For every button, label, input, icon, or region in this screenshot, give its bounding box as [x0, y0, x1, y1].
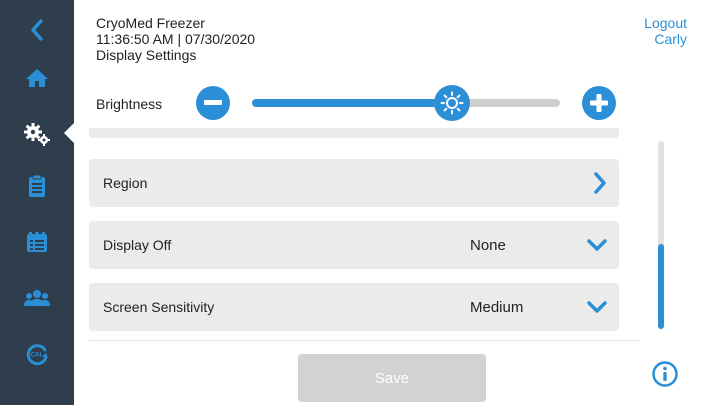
home-icon [26, 69, 48, 87]
datetime: 11:36:50 AM | 07/30/2020 [96, 31, 256, 47]
row-label: Display Off [103, 237, 172, 253]
scrollbar-thumb[interactable] [658, 244, 664, 329]
scrollbar[interactable] [658, 141, 664, 329]
calibration-icon: CAL [26, 344, 48, 366]
log-icon [27, 232, 47, 252]
save-button[interactable]: Save [298, 354, 486, 402]
active-nav-indicator [64, 122, 75, 144]
brightness-slider-thumb[interactable] [434, 85, 471, 121]
chevron-down-icon [587, 301, 607, 313]
brightness-increase-button[interactable] [582, 86, 616, 120]
back-button[interactable] [0, 8, 74, 52]
svg-text:CAL: CAL [31, 353, 44, 359]
brightness-decrease-button[interactable] [196, 86, 230, 120]
username: Carly [654, 31, 687, 47]
device-name: CryoMed Freezer [96, 15, 205, 31]
user-box: Logout Carly [644, 15, 687, 47]
chevron-down-icon [587, 239, 607, 251]
brightness-label: Brightness [96, 96, 163, 112]
brightness-slider-track[interactable] [252, 99, 560, 107]
settings-row-display-off[interactable]: Display Off None [89, 221, 619, 269]
gears-icon [24, 123, 50, 146]
row-label: Screen Sensitivity [103, 299, 215, 315]
row-label: Region [103, 175, 148, 191]
minus-icon [204, 100, 222, 105]
sidebar-item-users[interactable] [0, 276, 74, 320]
row-value: None [470, 236, 506, 254]
plus-icon [590, 94, 608, 112]
header-info: CryoMed Freezer 11:36:50 AM | 07/30/2020… [96, 15, 255, 63]
sidebar-item-settings[interactable] [0, 112, 74, 156]
list-item[interactable] [89, 128, 619, 138]
sidebar-item-clipboard[interactable] [0, 164, 74, 208]
divider [89, 340, 640, 341]
brightness-slider-fill [252, 99, 453, 107]
sidebar-item-home[interactable] [0, 56, 74, 100]
clipboard-icon [29, 174, 45, 197]
chevron-left-icon [31, 19, 43, 41]
sidebar-item-log[interactable] [0, 220, 74, 264]
users-icon [24, 290, 50, 306]
settings-list[interactable]: Region Display Off None Screen Sensitivi… [89, 128, 640, 340]
page-title: Display Settings [96, 47, 197, 63]
chevron-right-icon [594, 172, 606, 194]
settings-row-region[interactable]: Region [89, 159, 619, 207]
sidebar: CAL [0, 0, 74, 405]
sidebar-item-calibration[interactable]: CAL [0, 332, 74, 376]
info-button[interactable] [651, 360, 679, 388]
info-icon [652, 361, 678, 387]
sun-icon [440, 91, 464, 115]
settings-row-screen-sensitivity[interactable]: Screen Sensitivity Medium [89, 283, 619, 331]
row-value: Medium [470, 298, 524, 316]
logout-link[interactable]: Logout [644, 15, 687, 31]
